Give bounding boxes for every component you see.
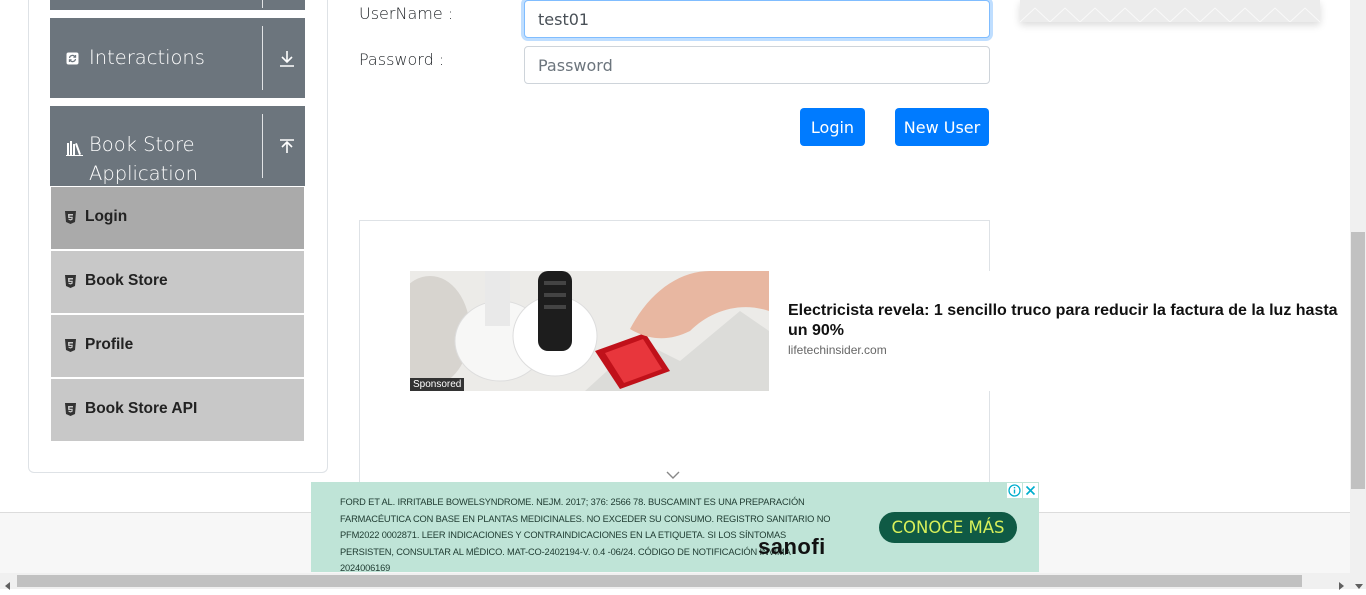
horizontal-scrollbar-thumb[interactable] [17, 575, 1302, 587]
sidebar-group-label-line1: Book Store [89, 133, 195, 156]
sidebar-item-book-store-api[interactable]: Book Store API [51, 379, 304, 441]
html5-icon [65, 403, 76, 416]
sidebar-group-interactions[interactable]: Interactions [50, 18, 305, 98]
username-label: UserName : [359, 4, 454, 23]
sponsored-badge: Sponsored [410, 378, 465, 391]
banner-cta-button[interactable]: CONOCE MÁS [879, 512, 1017, 543]
password-input[interactable] [524, 46, 990, 84]
sidebar-group-label-line2: Application [89, 162, 198, 185]
sidebar-item-label: Profile [85, 336, 134, 353]
header-decoration [1020, 0, 1320, 22]
upload-arrow-icon[interactable] [276, 136, 298, 158]
refresh-icon [66, 52, 79, 68]
vertical-scrollbar-thumb[interactable] [1351, 232, 1365, 489]
banner-ad[interactable]: FORD ET AL. IRRITABLE BOWELSYNDROME. NEJ… [311, 482, 1039, 573]
html5-icon [65, 339, 76, 352]
sidebar-item-profile[interactable]: Profile [51, 315, 304, 377]
sidebar-group-label: Interactions [89, 46, 205, 69]
scroll-left-icon[interactable] [5, 577, 11, 595]
sidebar-item-login[interactable]: Login [51, 187, 304, 249]
sidebar-group-previous[interactable] [50, 0, 305, 10]
sidebar-group-book-store-application[interactable]: Book Store Application [50, 106, 305, 186]
sidebar-item-label: Login [85, 208, 128, 225]
scroll-right-icon[interactable] [1339, 577, 1345, 595]
native-ad[interactable]: Sponsored Electricista revela: 1 sencill… [410, 271, 1355, 391]
new-user-button[interactable]: New User [895, 108, 989, 146]
ad-headline[interactable]: Electricista revela: 1 sencillo truco pa… [788, 301, 1358, 341]
sidebar-item-label: Book Store [85, 272, 168, 289]
html5-icon [65, 211, 76, 224]
password-label: Password : [359, 50, 445, 69]
close-icon[interactable] [1023, 483, 1038, 498]
scroll-down-icon[interactable] [1355, 577, 1363, 595]
ad-source: lifetechinsider.com [788, 343, 887, 357]
sidebar-item-book-store[interactable]: Book Store [51, 251, 304, 313]
username-input[interactable] [524, 0, 990, 38]
html5-icon [65, 275, 76, 288]
sidebar-item-label: Book Store API [85, 400, 198, 417]
login-button[interactable]: Login [800, 108, 865, 146]
ad-image[interactable]: Sponsored [410, 271, 769, 391]
books-icon [66, 140, 84, 159]
adchoices-info-icon[interactable] [1007, 483, 1022, 498]
brand-logo: sanofi [758, 534, 826, 559]
scrollbar-corner [1350, 573, 1366, 589]
download-arrow-icon[interactable] [276, 48, 298, 70]
